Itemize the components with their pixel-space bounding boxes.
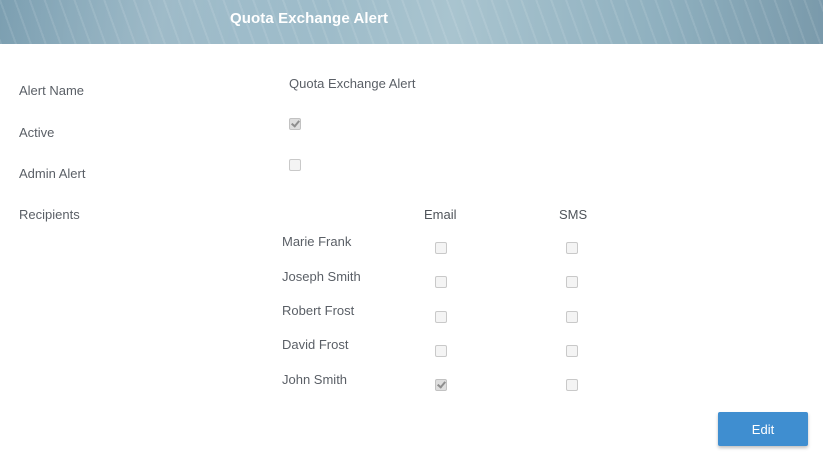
recipient-name: Marie Frank [282, 234, 352, 249]
active-checkbox[interactable] [289, 118, 301, 130]
alert-detail-page: Quota Exchange Alert Alert Name Quota Ex… [0, 0, 823, 461]
recipient-name: John Smith [282, 372, 348, 387]
email-checkbox[interactable] [435, 276, 447, 288]
email-checkbox[interactable] [435, 379, 447, 391]
email-checkbox[interactable] [435, 311, 447, 323]
recipient-name: Joseph Smith [282, 269, 361, 284]
email-checkbox[interactable] [435, 242, 447, 254]
recipients-label: Recipients [19, 207, 80, 222]
alert-name-label: Alert Name [19, 83, 85, 98]
sms-checkbox[interactable] [566, 276, 578, 288]
sms-checkbox[interactable] [566, 242, 578, 254]
active-label: Active [19, 125, 55, 140]
sms-checkbox[interactable] [566, 345, 578, 357]
email-checkbox[interactable] [435, 345, 447, 357]
recipient-name: David Frost [282, 337, 349, 352]
admin-alert-label: Admin Alert [19, 166, 86, 181]
page-title: Quota Exchange Alert [230, 10, 389, 27]
edit-button[interactable]: Edit [718, 412, 808, 446]
email-column-header: Email [424, 207, 457, 222]
sms-column-header: SMS [559, 207, 588, 222]
recipient-name: Robert Frost [282, 303, 355, 318]
admin-alert-checkbox[interactable] [289, 159, 301, 171]
sms-checkbox[interactable] [566, 379, 578, 391]
sms-checkbox[interactable] [566, 311, 578, 323]
header-banner: Quota Exchange Alert [0, 0, 823, 44]
alert-name-value: Quota Exchange Alert [289, 76, 416, 91]
